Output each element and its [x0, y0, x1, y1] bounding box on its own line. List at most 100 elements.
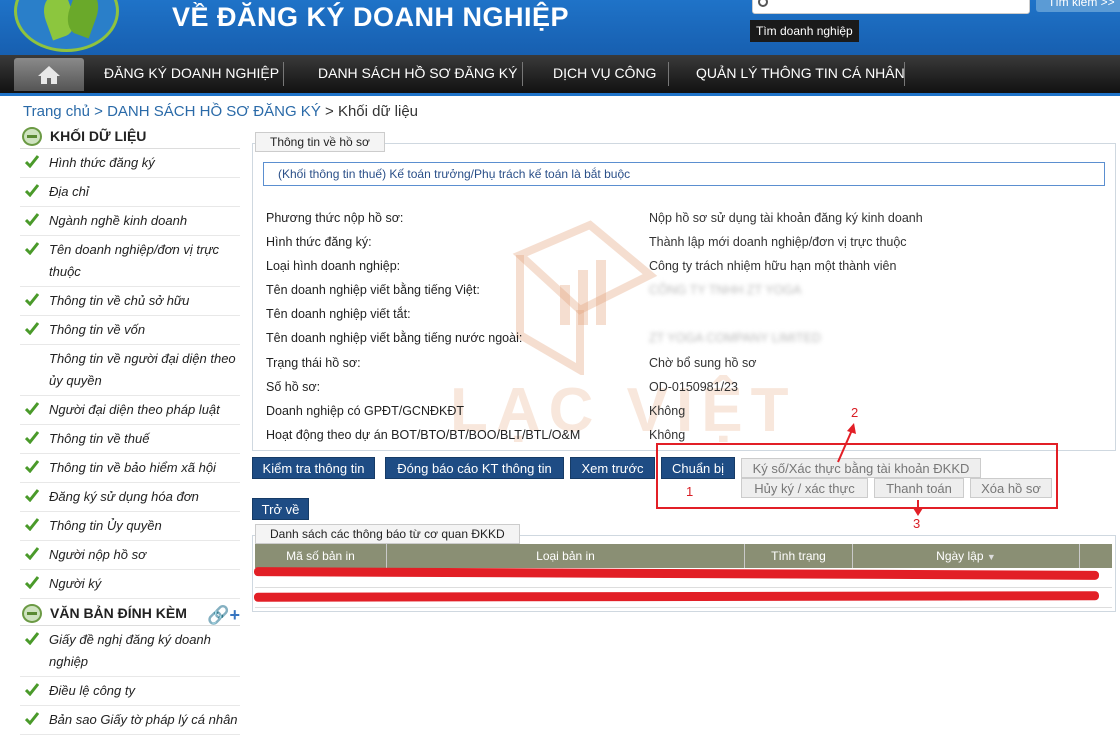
info-label: Doanh nghiệp có GPĐT/GCNĐKĐT	[266, 404, 464, 418]
tab-notices[interactable]: Danh sách các thông báo từ cơ quan ĐKKD	[255, 524, 520, 544]
sidebar-item[interactable]: Địa chỉ	[20, 178, 240, 207]
breadcrumb-dossier-list[interactable]: DANH SÁCH HỒ SƠ ĐĂNG KÝ	[107, 103, 321, 120]
info-value: OD-0150981/23	[649, 380, 738, 394]
attach-add-icon[interactable]: 🔗+	[207, 603, 240, 627]
check-icon	[25, 184, 39, 197]
breadcrumb-current: Khối dữ liệu	[337, 103, 419, 120]
check-icon	[25, 293, 39, 306]
check-icon	[25, 322, 39, 335]
sidebar-item-label: Thông tin Ủy quyền	[49, 518, 162, 533]
sidebar-item[interactable]: Điều lệ công ty	[20, 677, 240, 706]
info-label: Tên doanh nghiệp viết tắt:	[266, 307, 411, 321]
site-title: VỀ ĐĂNG KÝ DOANH NGHIỆP	[172, 2, 570, 32]
search-input[interactable]	[752, 0, 1030, 14]
info-value: Không	[649, 428, 686, 442]
breadcrumb-home[interactable]: Trang chủ	[23, 103, 90, 120]
sidebar-item[interactable]: Ngành nghề kinh doanh	[20, 207, 240, 236]
check-info-button[interactable]: Kiểm tra thông tin	[252, 457, 375, 479]
col-print-type[interactable]: Loại bản in	[387, 544, 745, 568]
info-value: ZT YOGA COMPANY LIMITED	[649, 331, 822, 345]
nav-item-register[interactable]: ĐĂNG KÝ DOANH NGHIỆP	[104, 55, 279, 93]
sidebar-item[interactable]: Thông tin về chủ sở hữu	[20, 287, 240, 316]
sidebar-item[interactable]: Thông tin về vốn	[20, 316, 240, 345]
sidebar-item[interactable]: Người đại diện theo pháp luật	[20, 396, 240, 425]
check-icon	[25, 242, 39, 255]
info-value: Nộp hồ sơ sử dụng tài khoản đăng ký kinh…	[649, 211, 923, 225]
sidebar-item[interactable]: Bản sao Giấy tờ pháp lý cá nhân	[20, 706, 240, 735]
col-print-code[interactable]: Mã số bản in	[255, 544, 387, 568]
sidebar-item-label: Thông tin về chủ sở hữu	[49, 293, 190, 308]
check-icon	[25, 576, 39, 589]
site-logo[interactable]	[14, 0, 119, 52]
info-label: Hình thức đăng ký:	[266, 235, 372, 249]
breadcrumb: Trang chủ > DANH SÁCH HỒ SƠ ĐĂNG KÝ > Kh…	[23, 103, 419, 120]
sidebar-item[interactable]: Giấy đề nghị đăng ký doanh nghiệp	[20, 626, 240, 677]
sidebar-item-label: Thông tin về thuế	[49, 431, 150, 446]
nav-underline	[0, 93, 1120, 96]
check-icon	[25, 489, 39, 502]
sidebar-item-label: Bản sao Giấy tờ pháp lý cá nhân	[49, 712, 238, 727]
check-icon	[25, 712, 39, 725]
annotation-3: 3	[913, 516, 921, 531]
info-value: Không	[649, 404, 686, 418]
check-icon	[25, 632, 39, 645]
site-header: VỀ ĐĂNG KÝ DOANH NGHIỆP Tìm kiếm >> Tìm …	[0, 0, 1120, 55]
search-tooltip: Tìm doanh nghiệp	[750, 20, 859, 42]
info-label: Trạng thái hồ sơ:	[266, 356, 361, 370]
sidebar-section-attachments[interactable]: VĂN BẢN ĐÍNH KÈM 🔗+	[20, 601, 240, 626]
info-label: Tên doanh nghiệp viết bằng tiếng Việt:	[266, 283, 480, 297]
sidebar-item-label: Tên doanh nghiệp/đơn vị trực thuộc	[49, 242, 220, 279]
sidebar-item[interactable]: Hình thức đăng ký	[20, 149, 240, 178]
info-value: Thành lập mới doanh nghiệp/đơn vị trực t…	[649, 235, 907, 249]
sidebar-item-label: Thông tin về bảo hiểm xã hội	[49, 460, 216, 475]
sidebar-item-label: Thông tin về người đại diện theo ủy quyề…	[49, 351, 236, 388]
col-status[interactable]: Tình trạng	[745, 544, 853, 568]
nav-item-dossier-list[interactable]: DANH SÁCH HỒ SƠ ĐĂNG KÝ	[318, 55, 517, 93]
collapse-icon	[22, 604, 42, 623]
tab-dossier-info[interactable]: Thông tin về hồ sơ	[255, 132, 385, 152]
check-icon	[25, 518, 39, 531]
sidebar-item-label: Địa chỉ	[49, 184, 89, 199]
info-value: CÔNG TY TNHH ZT YOGA	[649, 283, 802, 297]
sidebar: KHỐI DỮ LIỆU Hình thức đăng ký Địa chỉ Ngà…	[20, 124, 240, 735]
sidebar-item[interactable]: Thông tin Ủy quyền	[20, 512, 240, 541]
search-icon	[758, 0, 768, 7]
annotation-1: 1	[686, 484, 694, 499]
check-icon	[25, 683, 39, 696]
sidebar-item[interactable]: Người nộp hồ sơ	[20, 541, 240, 570]
sidebar-item[interactable]: Thông tin về bảo hiểm xã hội	[20, 454, 240, 483]
sidebar-item[interactable]: Tên doanh nghiệp/đơn vị trực thuộc	[20, 236, 240, 287]
info-label: Hoạt động theo dự án BOT/BTO/BT/BOO/BLT/…	[266, 428, 581, 442]
required-note: (Khối thông tin thuế) Kế toán trưởng/Phụ…	[263, 162, 1105, 186]
sidebar-item-label: Đăng ký sử dụng hóa đơn	[49, 489, 199, 504]
home-button[interactable]	[14, 58, 84, 91]
sidebar-item[interactable]: Thông tin về người đại diện theo ủy quyề…	[20, 345, 240, 396]
preview-button[interactable]: Xem trước	[570, 457, 655, 479]
redaction-mark	[253, 591, 1100, 602]
nav-item-public-service[interactable]: DỊCH VỤ CÔNG	[553, 55, 656, 93]
report-button[interactable]: Đóng báo cáo KT thông tin	[385, 457, 564, 479]
col-created-date[interactable]: Ngày lập ▼	[853, 544, 1080, 568]
check-icon	[25, 213, 39, 226]
sidebar-item-label: Người nộp hồ sơ	[49, 547, 146, 562]
check-icon	[25, 155, 39, 168]
annotation-arrow-up	[837, 423, 856, 463]
back-button[interactable]: Trở về	[252, 498, 309, 520]
sidebar-item-label: Ngành nghề kinh doanh	[49, 213, 188, 228]
check-icon	[25, 402, 39, 415]
sidebar-item[interactable]: Đăng ký sử dụng hóa đơn	[20, 483, 240, 512]
sidebar-item[interactable]: Thông tin về thuế	[20, 425, 240, 454]
nav-item-personal-info[interactable]: QUẢN LÝ THÔNG TIN CÁ NHÂN	[696, 55, 905, 93]
sidebar-item-label: Điều lệ công ty	[49, 683, 135, 698]
collapse-icon	[22, 127, 42, 146]
sidebar-section-data-blocks[interactable]: KHỐI DỮ LIỆU	[20, 124, 240, 149]
sidebar-item-label: Thông tin về vốn	[49, 322, 146, 337]
notices-table-header: Mã số bản in Loại bản in Tình trạng Ngày…	[255, 544, 1112, 568]
info-label: Phương thức nộp hồ sơ:	[266, 211, 404, 225]
check-icon	[25, 431, 39, 444]
home-icon	[38, 66, 60, 84]
main-nav: ĐĂNG KÝ DOANH NGHIỆP DANH SÁCH HỒ SƠ ĐĂN…	[0, 55, 1120, 93]
sidebar-item[interactable]: Người ký	[20, 570, 240, 599]
search-button[interactable]: Tìm kiếm >>	[1036, 0, 1120, 12]
sidebar-item-label: Người đại diện theo pháp luật	[49, 402, 220, 417]
